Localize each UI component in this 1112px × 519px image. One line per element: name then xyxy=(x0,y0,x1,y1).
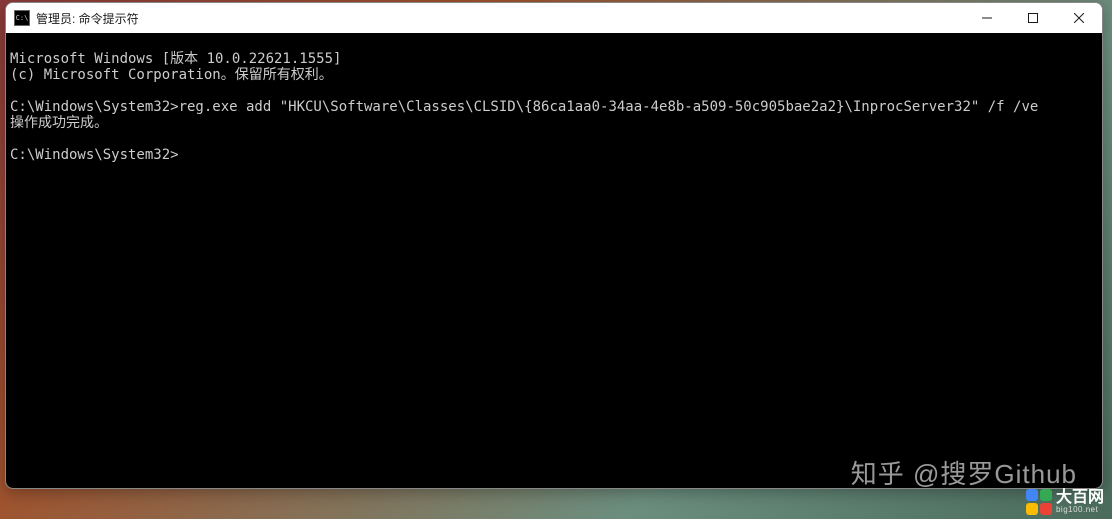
logo-subtitle: big100.net xyxy=(1056,506,1104,514)
terminal-area[interactable]: Microsoft Windows [版本 10.0.22621.1555] (… xyxy=(6,33,1102,488)
maximize-button[interactable] xyxy=(1010,3,1056,33)
terminal-line: (c) Microsoft Corporation。保留所有权利。 xyxy=(10,67,333,83)
site-watermark: 大百网 big100.net xyxy=(1026,489,1104,515)
window-controls xyxy=(964,3,1102,33)
cursor-icon xyxy=(179,149,187,163)
terminal-line: 操作成功完成。 xyxy=(10,115,108,131)
titlebar[interactable]: C:\ 管理员: 命令提示符 xyxy=(6,3,1102,33)
terminal-line: Microsoft Windows [版本 10.0.22621.1555] xyxy=(10,51,341,67)
minimize-button[interactable] xyxy=(964,3,1010,33)
cmd-window: C:\ 管理员: 命令提示符 Microsoft Windows [版本 10.… xyxy=(5,2,1103,489)
logo-icon xyxy=(1026,489,1052,515)
terminal-line: C:\Windows\System32>reg.exe add "HKCU\So… xyxy=(10,99,1038,115)
terminal-prompt: C:\Windows\System32> xyxy=(10,147,179,163)
cmd-icon: C:\ xyxy=(14,10,30,26)
logo-title: 大百网 xyxy=(1056,490,1104,506)
zhihu-watermark: 知乎 @搜罗Github xyxy=(851,454,1077,491)
close-button[interactable] xyxy=(1056,3,1102,33)
window-title: 管理员: 命令提示符 xyxy=(36,10,139,27)
